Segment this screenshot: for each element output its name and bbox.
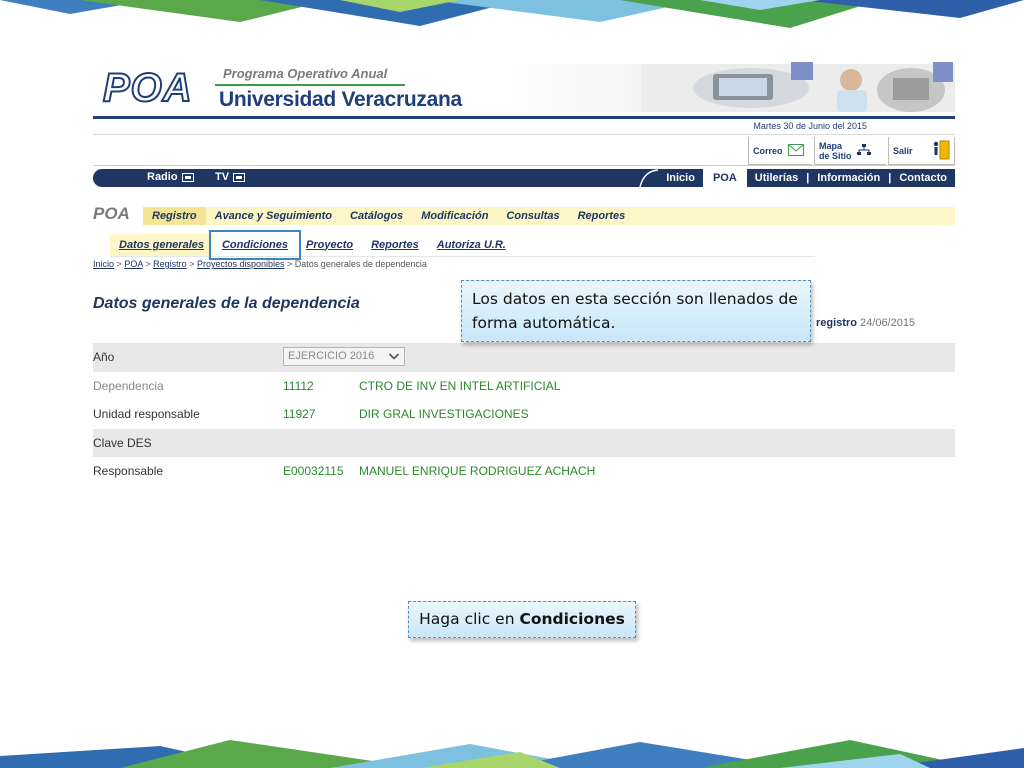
breadcrumb-current: Datos generales de dependencia <box>294 259 427 269</box>
utility-divider <box>93 165 955 166</box>
registro-label: registro <box>816 317 857 329</box>
nav-utilerias[interactable]: Utilerías <box>747 169 806 187</box>
radio-link[interactable]: Radio <box>147 171 194 183</box>
instruction-target: Condiciones <box>519 610 625 628</box>
ejercicio-value: EJERCICIO 2016 <box>288 350 375 362</box>
submenu-autoriza-ur[interactable]: Autoriza U.R. <box>428 234 515 256</box>
breadcrumb-poa[interactable]: POA <box>124 259 143 269</box>
dependencia-label: Dependencia <box>93 378 164 393</box>
menu-catalogos[interactable]: Catálogos <box>341 207 412 225</box>
bottom-decorative-band <box>0 738 1024 768</box>
breadcrumb-inicio[interactable]: Inicio <box>93 259 114 269</box>
table-row-unidad: Unidad responsable 11927 DIR GRAL INVEST… <box>93 400 955 429</box>
table-row-clave-des: Clave DES <box>93 428 955 457</box>
dependencia-data-table: Año EJERCICIO 2016 Dependencia 11112 CTR… <box>93 343 955 486</box>
submenu-condiciones[interactable]: Condiciones <box>208 229 302 260</box>
instruction-callout: Haga clic en Condiciones <box>408 601 636 638</box>
mapa-sitio-link[interactable]: Mapa de Sitio <box>814 137 886 165</box>
tv-icon <box>233 172 246 182</box>
nav-inicio[interactable]: Inicio <box>658 169 703 187</box>
unidad-code: 11927 <box>283 407 316 422</box>
correo-label: Correo <box>753 145 783 156</box>
table-row-anio: Año EJERCICIO 2016 <box>93 343 955 372</box>
breadcrumb-registro[interactable]: Registro <box>153 259 187 269</box>
current-date: Martes 30 de Junio del 2015 <box>753 121 867 131</box>
tv-label: TV <box>215 171 230 183</box>
nav-curve-decoration <box>638 169 659 188</box>
sitemap-icon <box>856 143 871 158</box>
radio-label: Radio <box>147 171 178 183</box>
tv-link[interactable]: TV <box>215 171 246 183</box>
auto-fill-callout: Los datos en esta sección son llenados d… <box>461 280 811 342</box>
correo-link[interactable]: Correo <box>748 137 812 165</box>
chevron-down-icon <box>388 348 400 371</box>
poa-logo[interactable]: POA <box>102 65 193 111</box>
header-divider <box>93 116 955 119</box>
salir-link[interactable]: Salir <box>888 137 955 165</box>
clave-des-label: Clave DES <box>93 435 152 450</box>
menu-registro[interactable]: Registro <box>143 207 206 225</box>
site-header: POA Programa Operativo Anual Universidad… <box>93 60 955 116</box>
ejercicio-select[interactable]: EJERCICIO 2016 <box>283 347 405 366</box>
dependencia-code: 11112 <box>283 378 314 393</box>
exit-icon <box>932 140 950 162</box>
radio-icon <box>181 172 194 182</box>
instruction-prefix: Haga clic en <box>419 610 520 628</box>
salir-label: Salir <box>893 145 913 156</box>
registro-value: 24/06/2015 <box>860 317 916 329</box>
dependencia-desc: CTRO DE INV EN INTEL ARTIFICIAL <box>359 378 561 393</box>
breadcrumb-proyectos[interactable]: Proyectos disponibles <box>197 259 285 269</box>
submenu-reportes[interactable]: Reportes <box>362 234 428 256</box>
header-green-rule <box>215 84 405 86</box>
responsable-desc: MANUEL ENRIQUE RODRIGUEZ ACHACH <box>359 464 596 479</box>
submenu-datos-generales[interactable]: Datos generales <box>110 233 213 256</box>
module-menu: Registro Avance y Seguimiento Catálogos … <box>143 207 955 225</box>
menu-avance-seguimiento[interactable]: Avance y Seguimiento <box>206 207 341 225</box>
nav-contacto[interactable]: Contacto <box>891 169 955 187</box>
mapa-label-1: Mapa <box>819 140 843 151</box>
table-row-responsable: Responsable E00032115 MANUEL ENRIQUE ROD… <box>93 457 955 486</box>
module-label: POA <box>93 204 130 223</box>
top-decorative-band <box>0 0 1024 30</box>
header-photo-collage <box>641 60 955 116</box>
unidad-label: Unidad responsable <box>93 407 200 422</box>
anio-label: Año <box>93 350 115 365</box>
menu-modificacion[interactable]: Modificación <box>412 207 497 225</box>
main-navbar: Radio TV Inicio POA Utilerías | Informac… <box>93 169 955 188</box>
responsable-label: Responsable <box>93 464 164 479</box>
registro-submenu: Datos generales Condiciones Proyecto Rep… <box>110 229 815 260</box>
menu-consultas[interactable]: Consultas <box>497 207 568 225</box>
registro-date: registro 24/06/2015 <box>816 317 915 329</box>
university-name: Universidad Veracruzana <box>219 88 462 111</box>
program-subtitle: Programa Operativo Anual <box>223 66 388 81</box>
breadcrumb: Inicio > POA > Registro > Proyectos disp… <box>93 259 427 269</box>
nav-poa[interactable]: POA <box>702 169 747 187</box>
top-nav-menu: Inicio POA Utilerías | Información | Con… <box>638 169 955 188</box>
menu-reportes[interactable]: Reportes <box>569 207 635 225</box>
submenu-proyecto[interactable]: Proyecto <box>297 234 362 256</box>
mapa-label-2: de Sitio <box>819 150 852 161</box>
nav-informacion[interactable]: Información <box>809 169 888 187</box>
table-row-dependencia: Dependencia 11112 CTRO DE INV EN INTEL A… <box>93 372 955 401</box>
date-row: Martes 30 de Junio del 2015 <box>93 121 955 135</box>
mail-icon <box>787 143 804 158</box>
page-title: Datos generales de la dependencia <box>93 295 360 312</box>
responsable-code: E00032115 <box>283 464 344 479</box>
unidad-desc: DIR GRAL INVESTIGACIONES <box>359 407 529 422</box>
